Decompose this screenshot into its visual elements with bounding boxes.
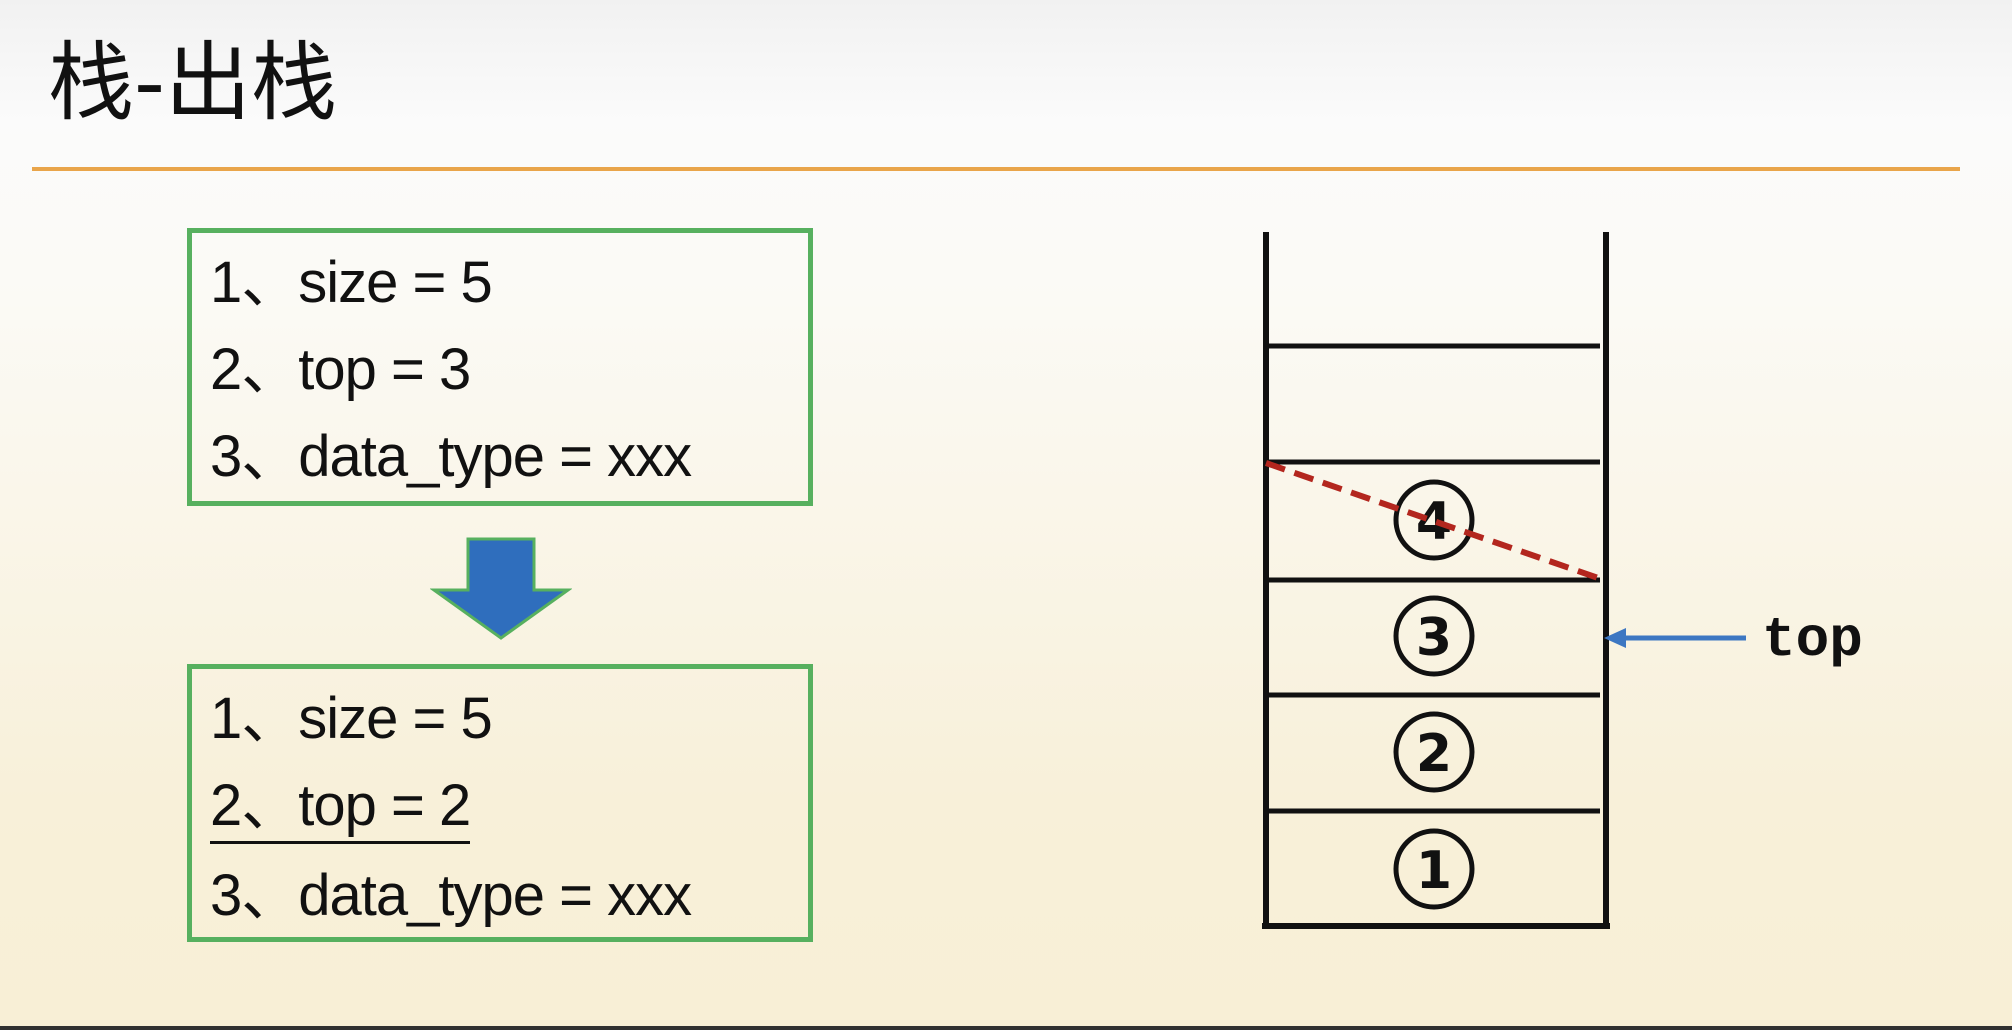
stack-slot-label: 1 [1416, 841, 1452, 901]
after-top-line: 2、top = 2 [210, 771, 471, 844]
title-divider [32, 167, 1960, 171]
stack-slot-3: 3 [1393, 595, 1475, 677]
before-state-box: 1、size = 5 2、top = 3 3、data_type = xxx [187, 228, 813, 506]
before-size-line: 1、size = 5 [210, 250, 493, 315]
before-type-line: 3、data_type = xxx [210, 424, 692, 489]
top-pointer-label: top [1762, 608, 1863, 672]
stack-slot-label: 3 [1416, 608, 1452, 668]
before-top-line: 2、top = 3 [210, 337, 471, 402]
after-state-box: 1、size = 5 2、top = 2 3、data_type = xxx [187, 664, 813, 942]
stack-slot-1: 1 [1393, 828, 1475, 910]
after-type-line: 3、data_type = xxx [210, 863, 692, 928]
stack-slot-label: 2 [1416, 724, 1452, 784]
stack-diagram: 1 2 3 4 [1262, 232, 1610, 929]
stack-slot-2: 2 [1393, 711, 1475, 793]
down-arrow-icon [430, 537, 572, 640]
after-size-line: 1、size = 5 [210, 686, 493, 751]
top-pointer-arrow-icon [1604, 628, 1746, 648]
stack-slot-label: 4 [1416, 492, 1452, 552]
stack-slot-4-popped: 4 [1393, 479, 1475, 561]
slide-title: 栈-出栈 [48, 33, 338, 133]
bottom-border [0, 1026, 2012, 1030]
